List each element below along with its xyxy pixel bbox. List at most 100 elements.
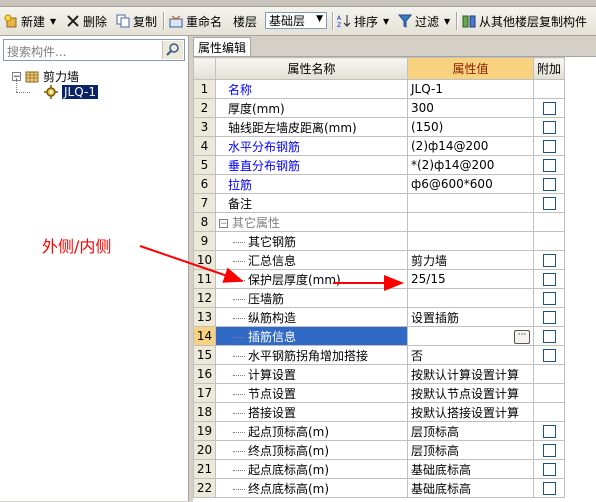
table-row[interactable]: 5 垂直分布钢筋 *(2)ф14@200 bbox=[193, 155, 566, 175]
table-row[interactable]: 20 终点顶标高(m) 层顶标高 bbox=[193, 440, 566, 460]
property-value-cell[interactable]: 25/15 bbox=[407, 269, 534, 289]
property-name-cell[interactable]: 水平分布钢筋 bbox=[215, 136, 408, 156]
table-row[interactable]: 11 保护层厚度(mm) 25/15 bbox=[193, 269, 566, 289]
table-row[interactable]: 9 其它钢筋 bbox=[193, 231, 566, 251]
extra-checkbox[interactable] bbox=[542, 102, 556, 115]
property-value-cell[interactable]: (150) bbox=[407, 117, 534, 137]
tree-node-shear-wall[interactable]: − 剪力墙 bbox=[12, 68, 79, 85]
table-row[interactable]: 2 厚度(mm) 300 bbox=[193, 98, 566, 118]
table-row[interactable]: 15 水平钢筋拐角增加搭接 否 bbox=[193, 345, 566, 365]
search-input[interactable]: 搜索构件... bbox=[3, 39, 185, 61]
property-value-cell[interactable]: 按默认搭接设置计算 bbox=[407, 402, 534, 422]
copy-from-other-floor-button[interactable]: 从其他楼层复制构件 bbox=[462, 11, 587, 31]
ellipsis-button[interactable]: ··· bbox=[514, 330, 530, 344]
property-value-cell[interactable]: JLQ-1 bbox=[407, 79, 534, 99]
tab-property-edit[interactable]: 属性编辑 bbox=[193, 37, 251, 56]
property-value-cell[interactable] bbox=[407, 288, 534, 308]
table-row[interactable]: 7 备注 bbox=[193, 193, 566, 213]
extra-checkbox[interactable] bbox=[542, 444, 556, 457]
sort-button[interactable]: AZ 排序 ▼ bbox=[337, 11, 389, 31]
table-row[interactable]: 17 节点设置 按默认节点设置计算 bbox=[193, 383, 566, 403]
extra-checkbox[interactable] bbox=[542, 425, 556, 438]
property-name-cell[interactable]: 厚度(mm) bbox=[215, 98, 408, 118]
table-row[interactable]: 6 拉筋 ф6@600*600 bbox=[193, 174, 566, 194]
property-value-cell[interactable] bbox=[407, 231, 534, 251]
extra-checkbox[interactable] bbox=[542, 121, 556, 134]
property-name-cell[interactable]: 备注 bbox=[215, 193, 408, 213]
table-row[interactable]: 12 压墙筋 bbox=[193, 288, 566, 308]
property-value-cell[interactable]: 按默认计算设置计算 bbox=[407, 364, 534, 384]
property-name-cell[interactable]: 搭接设置 bbox=[215, 402, 408, 422]
header-name[interactable]: 属性名称 bbox=[215, 57, 408, 80]
extra-checkbox[interactable] bbox=[542, 197, 556, 210]
property-value-cell[interactable]: 层顶标高 bbox=[407, 421, 534, 441]
property-name-cell[interactable]: 汇总信息 bbox=[215, 250, 408, 270]
property-name-cell[interactable]: 节点设置 bbox=[215, 383, 408, 403]
extra-checkbox[interactable] bbox=[542, 254, 556, 267]
table-row[interactable]: 10 汇总信息 剪力墙 bbox=[193, 250, 566, 270]
property-name-cell[interactable]: 水平钢筋拐角增加搭接 bbox=[215, 345, 408, 365]
property-value-cell[interactable]: 设置插筋 bbox=[407, 307, 534, 327]
extra-checkbox[interactable] bbox=[542, 349, 556, 362]
table-row[interactable]: 14 插筋信息 ··· bbox=[193, 326, 566, 346]
property-name-cell[interactable]: 纵筋构造 bbox=[215, 307, 408, 327]
property-name-cell[interactable]: 压墙筋 bbox=[215, 288, 408, 308]
property-name-cell[interactable]: 终点顶标高(m) bbox=[215, 440, 408, 460]
table-row[interactable]: 8− 其它属性 bbox=[193, 212, 566, 232]
table-row[interactable]: 3 轴线距左墙皮距离(mm) (150) bbox=[193, 117, 566, 137]
extra-checkbox[interactable] bbox=[542, 178, 556, 191]
filter-button[interactable]: 过滤 ▼ bbox=[397, 11, 450, 31]
property-value-cell[interactable]: 基础底标高 bbox=[407, 459, 534, 479]
extra-checkbox[interactable] bbox=[542, 463, 556, 476]
collapse-icon[interactable]: − bbox=[219, 218, 228, 228]
property-name-cell[interactable]: 拉筋 bbox=[215, 174, 408, 194]
property-value-cell[interactable]: 基础底标高 bbox=[407, 478, 534, 498]
property-value-cell[interactable]: ф6@600*600 bbox=[407, 174, 534, 194]
property-name-cell[interactable]: 垂直分布钢筋 bbox=[215, 155, 408, 175]
property-name-cell[interactable]: 插筋信息 bbox=[215, 326, 408, 346]
extra-checkbox[interactable] bbox=[542, 482, 556, 495]
property-name-cell[interactable]: 轴线距左墙皮距离(mm) bbox=[215, 117, 408, 137]
property-name-cell[interactable]: 名称 bbox=[215, 79, 408, 99]
table-row[interactable]: 13 纵筋构造 设置插筋 bbox=[193, 307, 566, 327]
property-value-cell[interactable] bbox=[407, 212, 534, 232]
table-row[interactable]: 4 水平分布钢筋 (2)ф14@200 bbox=[193, 136, 566, 156]
table-row[interactable]: 22 终点底标高(m) 基础底标高 bbox=[193, 478, 566, 498]
header-value[interactable]: 属性值 bbox=[407, 57, 534, 80]
table-row[interactable]: 19 起点顶标高(m) 层顶标高 bbox=[193, 421, 566, 441]
property-name-cell[interactable]: − 其它属性 bbox=[215, 212, 408, 232]
extra-checkbox[interactable] bbox=[542, 273, 556, 286]
property-value-cell[interactable]: *(2)ф14@200 bbox=[407, 155, 534, 175]
delete-button[interactable]: 删除 bbox=[66, 11, 107, 31]
floor-select[interactable]: 基础层 ▼ bbox=[265, 12, 327, 29]
extra-checkbox[interactable] bbox=[542, 292, 556, 305]
property-value-cell[interactable]: 300 bbox=[407, 98, 534, 118]
extra-checkbox[interactable] bbox=[542, 311, 556, 324]
property-name-cell[interactable]: 起点顶标高(m) bbox=[215, 421, 408, 441]
extra-checkbox[interactable] bbox=[542, 159, 556, 172]
table-row[interactable]: 18 搭接设置 按默认搭接设置计算 bbox=[193, 402, 566, 422]
property-value-cell[interactable]: 按默认节点设置计算 bbox=[407, 383, 534, 403]
property-value-cell[interactable]: 层顶标高 bbox=[407, 440, 534, 460]
table-row[interactable]: 21 起点底标高(m) 基础底标高 bbox=[193, 459, 566, 479]
extra-checkbox[interactable] bbox=[542, 140, 556, 153]
property-value-cell[interactable]: 剪力墙 bbox=[407, 250, 534, 270]
header-extra[interactable]: 附加 bbox=[532, 57, 566, 80]
table-row[interactable]: 16 计算设置 按默认计算设置计算 bbox=[193, 364, 566, 384]
rename-button[interactable]: 重命名 bbox=[169, 11, 222, 31]
property-name-cell[interactable]: 终点底标高(m) bbox=[215, 478, 408, 498]
property-name-cell[interactable]: 计算设置 bbox=[215, 364, 408, 384]
property-value-cell[interactable]: 否 bbox=[407, 345, 534, 365]
property-value-cell[interactable]: (2)ф14@200 bbox=[407, 136, 534, 156]
property-value-cell[interactable] bbox=[407, 193, 534, 213]
property-name-cell[interactable]: 其它钢筋 bbox=[215, 231, 408, 251]
property-name-cell[interactable]: 起点底标高(m) bbox=[215, 459, 408, 479]
extra-checkbox[interactable] bbox=[542, 330, 556, 343]
property-name-cell[interactable]: 保护层厚度(mm) bbox=[215, 269, 408, 289]
copy-button[interactable]: 复制 bbox=[116, 11, 157, 31]
tree-node-jlq1[interactable]: JLQ-1 bbox=[44, 85, 98, 99]
property-value-cell[interactable]: ··· bbox=[407, 326, 534, 346]
search-button[interactable] bbox=[162, 41, 183, 59]
new-button[interactable]: 新建 ▼ bbox=[4, 11, 56, 31]
table-row[interactable]: 1 名称 JLQ-1 bbox=[193, 79, 566, 99]
